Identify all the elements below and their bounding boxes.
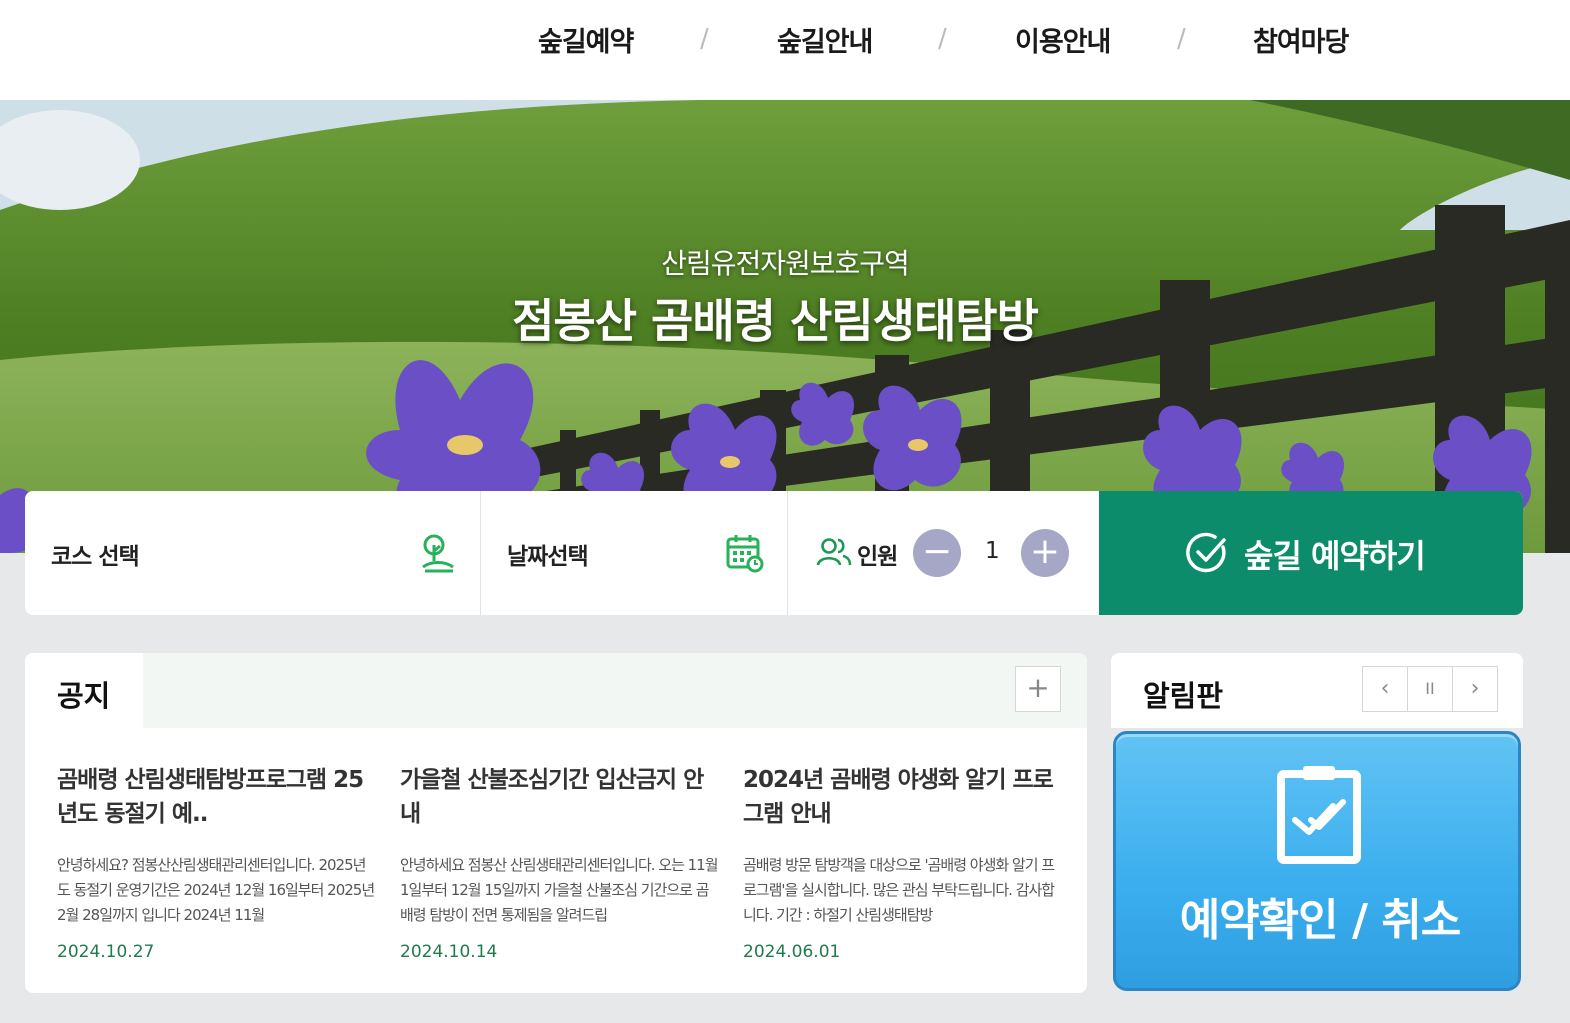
hero-subtitle: 산림유전자원보호구역 <box>661 247 910 280</box>
reservation-check-cancel-banner[interactable]: 예약확인 / 취소 <box>1113 731 1521 991</box>
people-icon <box>816 538 852 566</box>
hero-title: 점봉산 곰배령 산림생태탐방 <box>512 294 1039 348</box>
hero-banner: 산림유전자원보호구역 점봉산 곰배령 산림생태탐방 <box>0 100 1570 553</box>
decrease-people-button[interactable]: − <box>913 529 961 577</box>
check-circle-icon <box>1186 532 1226 573</box>
board-prev-button[interactable]: ‹ <box>1362 666 1408 712</box>
bulletin-board-header: 알림판 ‹ II › <box>1111 653 1523 728</box>
notice-title: 공지 <box>57 679 111 713</box>
booking-bar: 코스 선택 날짜선택 인원 − 1 + 숲길 예약하기 <box>25 491 1523 615</box>
date-select[interactable]: 날짜선택 <box>481 491 787 615</box>
nav-separator: / <box>700 24 709 54</box>
board-pause-button[interactable]: II <box>1407 666 1453 712</box>
course-select[interactable]: 코스 선택 <box>25 491 480 615</box>
notice-post-title: 가을철 산불조심기간 입산금지 안내 <box>400 767 704 827</box>
course-select-label: 코스 선택 <box>51 544 140 570</box>
people-select: 인원 − 1 + <box>788 491 1099 615</box>
notice-post-title: 2024년 곰배령 야생화 알기 프로그램 안내 <box>743 767 1054 827</box>
notice-post-excerpt: 안녕하세요 점봉산 산림생태관리센터입니다. 오는 11월 1일부터 12월 1… <box>400 856 718 924</box>
people-count: 1 <box>985 538 1000 564</box>
top-navigation: 숲길예약 / 숲길안내 / 이용안내 / 참여마당 <box>0 0 1570 100</box>
nav-item-reservation[interactable]: 숲길예약 <box>538 20 634 59</box>
calendar-icon <box>726 535 764 573</box>
people-label: 인원 <box>857 544 898 570</box>
notice-panel: 공지 + 곰배령 산림생태탐방프로그램 25년도 동절기 예.. 안녕하세요? … <box>25 653 1087 993</box>
notice-post-excerpt: 안녕하세요? 점봉산산림생태관리센터입니다. 2025년도 동절기 운영기간은 … <box>57 856 375 924</box>
nav-separator: / <box>938 24 947 54</box>
nav-item-community[interactable]: 참여마당 <box>1253 20 1349 59</box>
notice-more-button[interactable]: + <box>1015 666 1061 712</box>
bulletin-board-panel: 알림판 ‹ II › 예약확인 / 취소 <box>1111 653 1523 993</box>
notice-post[interactable]: 곰배령 산림생태탐방프로그램 25년도 동절기 예.. 안녕하세요? 점봉산산림… <box>57 763 375 962</box>
nav-item-trail-info[interactable]: 숲길안내 <box>777 20 873 59</box>
reservation-check-cancel-label: 예약확인 / 취소 <box>1179 895 1462 946</box>
notice-post-title: 곰배령 산림생태탐방프로그램 25년도 동절기 예.. <box>57 767 364 827</box>
notice-tab[interactable]: 공지 <box>25 653 143 728</box>
clipboard-check-icon <box>1277 766 1361 864</box>
bulletin-board-title: 알림판 <box>1143 679 1224 713</box>
date-select-label: 날짜선택 <box>507 544 589 570</box>
nav-item-usage-guide[interactable]: 이용안내 <box>1015 20 1111 59</box>
notice-post-excerpt: 곰배령 방문 탐방객을 대상으로 '곰배령 야생화 알기 프로그램'을 실시합니… <box>743 856 1055 924</box>
notice-post-date: 2024.10.27 <box>57 942 155 962</box>
notice-header: 공지 + <box>25 653 1087 728</box>
notice-post[interactable]: 2024년 곰배령 야생화 알기 프로그램 안내 곰배령 방문 탐방객을 대상으… <box>743 763 1061 962</box>
reserve-trail-button[interactable]: 숲길 예약하기 <box>1099 491 1523 615</box>
tree-location-icon <box>422 534 454 573</box>
board-next-button[interactable]: › <box>1452 666 1498 712</box>
increase-people-button[interactable]: + <box>1021 529 1069 577</box>
reserve-trail-label: 숲길 예약하기 <box>1244 537 1426 575</box>
notice-post[interactable]: 가을철 산불조심기간 입산금지 안내 안녕하세요 점봉산 산림생태관리센터입니다… <box>400 763 718 962</box>
notice-post-date: 2024.06.01 <box>743 942 841 962</box>
notice-post-date: 2024.10.14 <box>400 942 498 962</box>
nav-separator: / <box>1177 24 1186 54</box>
